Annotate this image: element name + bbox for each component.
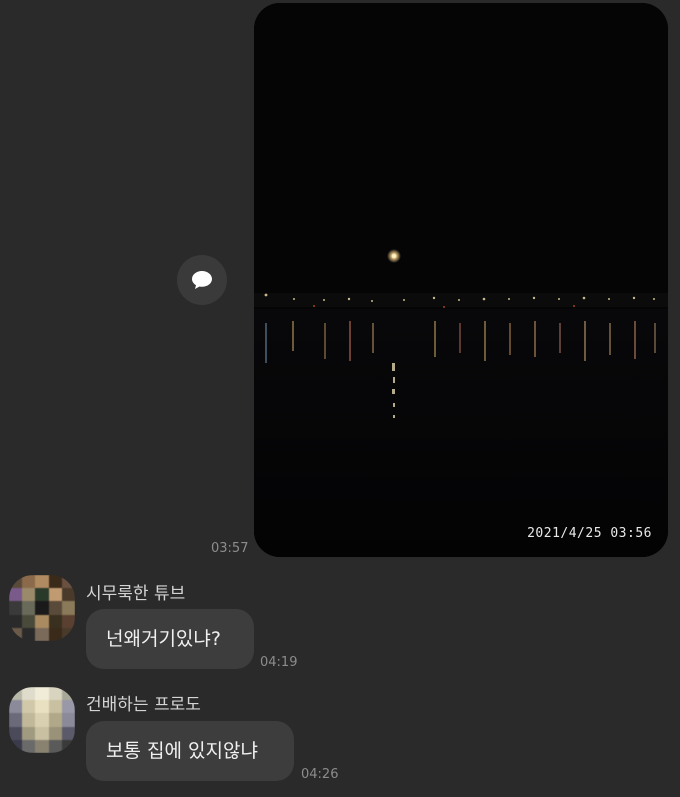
avatar-pixel <box>22 614 36 628</box>
avatar-pixel <box>22 739 36 753</box>
avatar-pixel <box>22 627 36 641</box>
share-button[interactable] <box>177 255 227 305</box>
avatar-pixel <box>9 575 23 589</box>
avatar-pixel <box>22 687 36 701</box>
message-text: 보통 집에 있지않냐 <box>106 739 258 762</box>
avatar-pixel <box>9 713 23 727</box>
avatar-pixel <box>61 687 75 701</box>
avatar-pixel <box>35 700 49 714</box>
avatar-pixel <box>48 700 62 714</box>
avatar-pixel <box>9 601 23 615</box>
avatar-pixel <box>22 713 36 727</box>
avatar-pixel <box>35 726 49 740</box>
avatar-pixel <box>9 739 23 753</box>
avatar-pixel <box>9 588 23 602</box>
avatar-pixel <box>61 575 75 589</box>
avatar-pixel <box>35 575 49 589</box>
avatar-pixel <box>48 687 62 701</box>
sender-name: 시무룩한 튜브 <box>86 584 186 604</box>
avatar-pixel <box>9 627 23 641</box>
avatar-pixel <box>9 614 23 628</box>
message-bubble[interactable]: 넌왜거기있냐? <box>86 609 254 669</box>
avatar-pixel <box>61 588 75 602</box>
avatar-pixel <box>61 726 75 740</box>
avatar-pixel <box>48 601 62 615</box>
photo-sent-time: 03:57 <box>211 541 249 556</box>
avatar-pixel <box>9 700 23 714</box>
avatar-pixel <box>61 700 75 714</box>
avatar-pixel <box>48 739 62 753</box>
avatar-pixel <box>22 726 36 740</box>
message-time: 04:19 <box>260 655 298 670</box>
avatar-pixel <box>35 588 49 602</box>
avatar[interactable] <box>9 687 75 753</box>
speech-bubble-icon <box>192 271 212 289</box>
avatar-pixel <box>61 601 75 615</box>
avatar-pixel <box>61 739 75 753</box>
avatar-pixel <box>35 739 49 753</box>
avatar-pixel <box>22 575 36 589</box>
avatar-pixel <box>35 713 49 727</box>
photo-timestamp: 2021/4/25 03:56 <box>527 526 652 541</box>
avatar-pixel <box>61 627 75 641</box>
avatar-pixel <box>22 601 36 615</box>
photo-message[interactable]: 2021/4/25 03:56 <box>254 3 668 557</box>
avatar-pixel <box>22 588 36 602</box>
message-text: 넌왜거기있냐? <box>106 627 221 650</box>
avatar-pixel <box>9 687 23 701</box>
avatar-pixel <box>48 713 62 727</box>
avatar-pixel <box>35 614 49 628</box>
avatar-pixel <box>35 687 49 701</box>
avatar-pixel <box>48 726 62 740</box>
message-time: 04:26 <box>301 767 339 782</box>
night-river-image <box>254 3 668 557</box>
avatar-pixel <box>61 614 75 628</box>
message-bubble[interactable]: 보통 집에 있지않냐 <box>86 721 294 781</box>
sender-name: 건배하는 프로도 <box>86 695 201 715</box>
avatar-pixel <box>48 614 62 628</box>
avatar-pixel <box>61 713 75 727</box>
avatar-pixel <box>48 575 62 589</box>
avatar-pixel <box>35 601 49 615</box>
avatar[interactable] <box>9 575 75 641</box>
avatar-pixel <box>48 627 62 641</box>
avatar-pixel <box>9 726 23 740</box>
avatar-pixel <box>22 700 36 714</box>
avatar-pixel <box>35 627 49 641</box>
avatar-pixel <box>48 588 62 602</box>
